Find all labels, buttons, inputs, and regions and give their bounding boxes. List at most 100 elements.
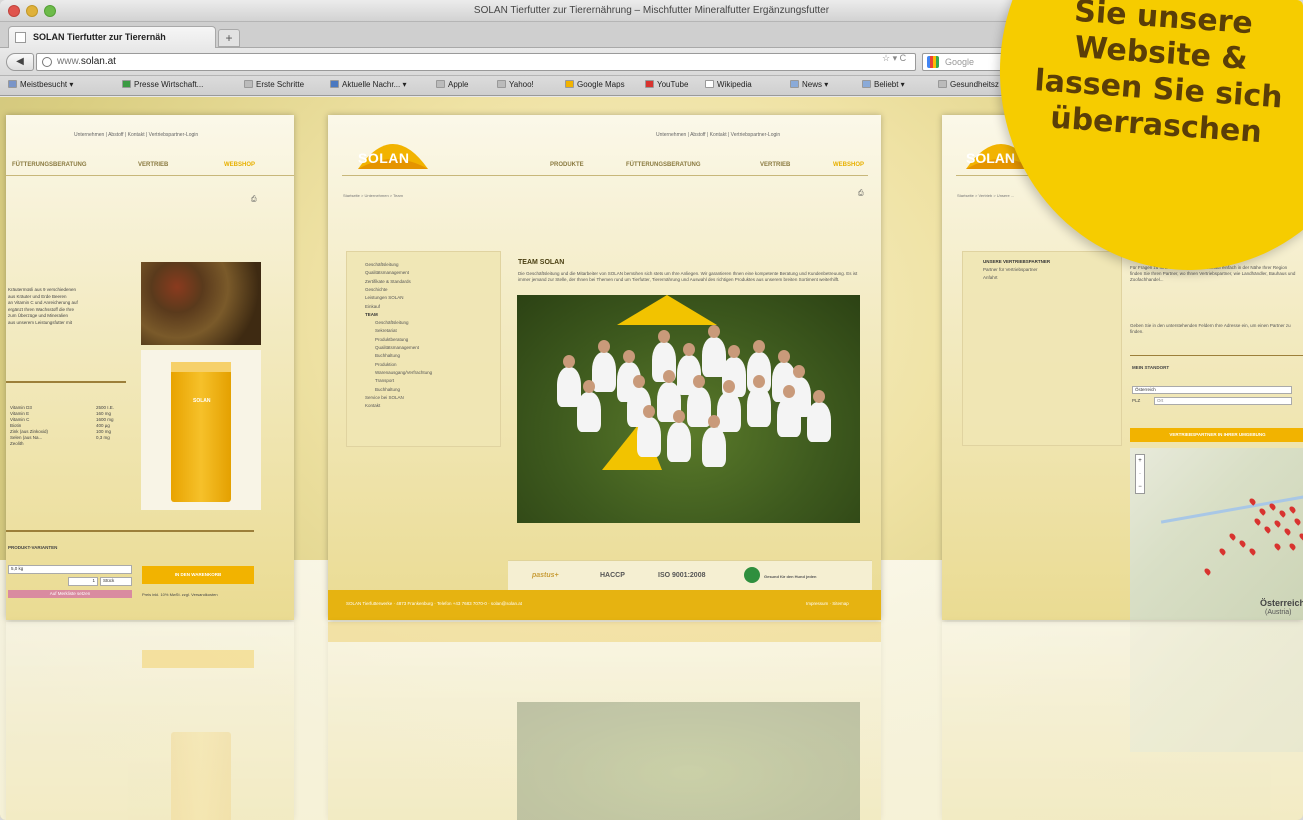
haccp-logo: HACCP [600, 572, 625, 579]
new-tab-button[interactable]: + [218, 29, 240, 47]
top-links[interactable]: Unternehmen | Abstoff | Kontakt | Vertri… [74, 132, 198, 138]
bookmark-item[interactable]: Beliebt ▾ [862, 80, 905, 89]
nav-item-fuetterungsberatung[interactable]: FÜTTERUNGSBERATUNG [626, 162, 701, 168]
breadcrumb[interactable]: Startseite > Unternehmen > Team [343, 193, 403, 198]
map-pin-icon[interactable] [1228, 532, 1237, 541]
map-pin-icon[interactable] [1253, 517, 1262, 526]
map-pin-icon[interactable] [1288, 542, 1297, 551]
map-pin-icon[interactable] [1288, 505, 1297, 514]
sidebar-item[interactable]: Geschäftsleitung [365, 262, 399, 267]
bookmark-item[interactable]: YouTube [645, 80, 688, 89]
sidebar-item-anfahrt[interactable]: Anfahrt [983, 275, 998, 280]
sidebar-item[interactable]: Produktberatung [375, 337, 408, 342]
quantity-input[interactable]: 1 [68, 577, 98, 586]
reflect-button [142, 650, 254, 668]
team-member-head [783, 385, 795, 398]
url-tools[interactable]: ☆ ▾ C [882, 53, 906, 64]
bookmark-item[interactable]: Yahoo! [497, 80, 534, 89]
bookmark-item[interactable]: Gesundheitsz [938, 80, 999, 89]
add-to-cart-button[interactable]: IN DEN WARENKORB [142, 566, 254, 584]
partner-map[interactable]: + · − Österreich (Austria) [1130, 448, 1303, 620]
sidebar-item[interactable]: Kontakt [365, 403, 380, 408]
map-pin-icon[interactable] [1258, 507, 1267, 516]
sidebar-item[interactable]: Warenausgang/Verfrachtung [375, 370, 432, 375]
map-pin-icon[interactable] [1248, 547, 1257, 556]
nav-item-webshop[interactable]: WEBSHOP [224, 162, 255, 168]
sidebar-item[interactable]: Leistungen SOLAN [365, 295, 404, 300]
bookmark-label: Gesundheitsz [950, 80, 999, 89]
sidebar-item-partner[interactable]: Partner für Vertriebspartner [983, 267, 1038, 272]
sidebar-item[interactable]: Service bei SOLAN [365, 395, 404, 400]
sidebar-item[interactable]: Buchhaltung [375, 387, 400, 392]
sidebar-item[interactable]: TEAM [365, 312, 378, 317]
sidebar-item[interactable]: Qualitätsmanagement [365, 270, 409, 275]
map-pin-icon[interactable] [1218, 547, 1227, 556]
map-pin-icon[interactable] [1273, 542, 1282, 551]
team-member-head [753, 375, 765, 388]
sidebar-item[interactable]: Qualitätsmanagement [375, 345, 419, 350]
add-to-watchlist-button[interactable]: Auf Merkliste setzen [8, 590, 132, 598]
bookmark-label: Yahoo! [509, 80, 534, 89]
bookmark-item[interactable]: News ▾ [790, 80, 828, 89]
print-icon[interactable]: ⎙ [858, 190, 864, 198]
nutrient-name: Zink (aus Zinkoxid) [10, 429, 49, 434]
print-icon[interactable]: ⎙ [251, 196, 257, 204]
map-pin-icon[interactable] [1238, 539, 1247, 548]
bookmark-label: Beliebt ▾ [874, 80, 905, 89]
map-pin-icon[interactable] [1278, 509, 1287, 518]
bookmark-icon [122, 80, 131, 88]
sidebar-item[interactable]: Zertifikate & Standards [365, 279, 411, 284]
team-photo [517, 295, 860, 523]
sidebar-item[interactable]: Einkauf [365, 304, 380, 309]
nutrient-row: Biotin 400 µg [10, 423, 110, 428]
nutrient-name: Biotin [10, 423, 22, 428]
zoom-control[interactable]: + · − [1135, 454, 1145, 494]
nav-item-vertrieb[interactable]: VERTRIEB [760, 162, 790, 168]
country-select[interactable]: Österreich [1132, 386, 1292, 394]
unit-select[interactable]: Stück [100, 577, 132, 586]
variant-select[interactable]: 5,0 kg [8, 565, 132, 574]
sidebar-item[interactable]: Produktion [375, 362, 397, 367]
sidebar-item[interactable]: Transport [375, 378, 394, 383]
bookmark-icon [938, 80, 947, 88]
bookmark-label: Wikipedia [717, 80, 752, 89]
bookmark-item[interactable]: Meistbesucht ▾ [8, 80, 73, 89]
nav-item-vertrieb[interactable]: VERTRIEB [138, 162, 168, 168]
nutrient-value: 1600 mg [96, 417, 114, 422]
bookmark-icon [436, 80, 445, 88]
bookmark-item[interactable]: Wikipedia [705, 80, 752, 89]
map-pin-icon[interactable] [1203, 567, 1212, 576]
bag-logo: SOLAN [193, 398, 211, 404]
city-input[interactable]: Ort [1154, 397, 1292, 405]
sidebar-item[interactable]: Sekretariat [375, 328, 397, 333]
bookmark-item[interactable]: Apple [436, 80, 468, 89]
search-placeholder: Google [945, 57, 975, 67]
bookmark-item[interactable]: Erste Schritte [244, 80, 304, 89]
sidebar-item[interactable]: Buchhaltung [375, 353, 400, 358]
nav-divider [342, 175, 868, 176]
bookmark-item[interactable]: Aktuelle Nachr... ▾ [330, 80, 407, 89]
description-line: ergänzt Ihren Wachsstoff die Ihre [8, 306, 75, 312]
bookmark-label: Google Maps [577, 80, 625, 89]
map-pin-icon[interactable] [1263, 525, 1272, 534]
bookmark-label: News ▾ [802, 80, 829, 89]
map-pin-icon[interactable] [1268, 502, 1277, 511]
bookmark-item[interactable]: Presse Wirtschaft... [122, 80, 203, 89]
bookmark-item[interactable]: Google Maps [565, 80, 625, 89]
top-links[interactable]: Unternehmen | Abstoff | Kontakt | Vertri… [656, 132, 780, 138]
map-pin-icon[interactable] [1283, 527, 1292, 536]
back-button[interactable]: ◀ [6, 53, 34, 71]
footer-links[interactable]: Impressum · Sitemap [806, 601, 849, 606]
nav-item-produkte[interactable]: PRODUKTE [550, 162, 584, 168]
map-pin-icon[interactable] [1273, 519, 1282, 528]
sidebar-item[interactable]: Geschäftsleitung [375, 320, 409, 325]
sidebar-item[interactable]: Geschichte [365, 287, 388, 292]
nav-item-fuetterungsberatung[interactable]: FÜTTERUNGSBERATUNG [12, 162, 87, 168]
breadcrumb[interactable]: Startseite > Vertrieb > Unsere ... [957, 193, 1014, 198]
nutrient-value: 100 mg [96, 429, 112, 434]
map-pin-icon[interactable] [1293, 517, 1302, 526]
nav-item-webshop[interactable]: WEBSHOP [833, 162, 864, 168]
url-field[interactable]: www.solan.at [36, 53, 916, 71]
map-pin-icon[interactable] [1298, 532, 1303, 541]
tab-solan[interactable]: SOLAN Tierfutter zur Tierernäh [8, 26, 216, 48]
